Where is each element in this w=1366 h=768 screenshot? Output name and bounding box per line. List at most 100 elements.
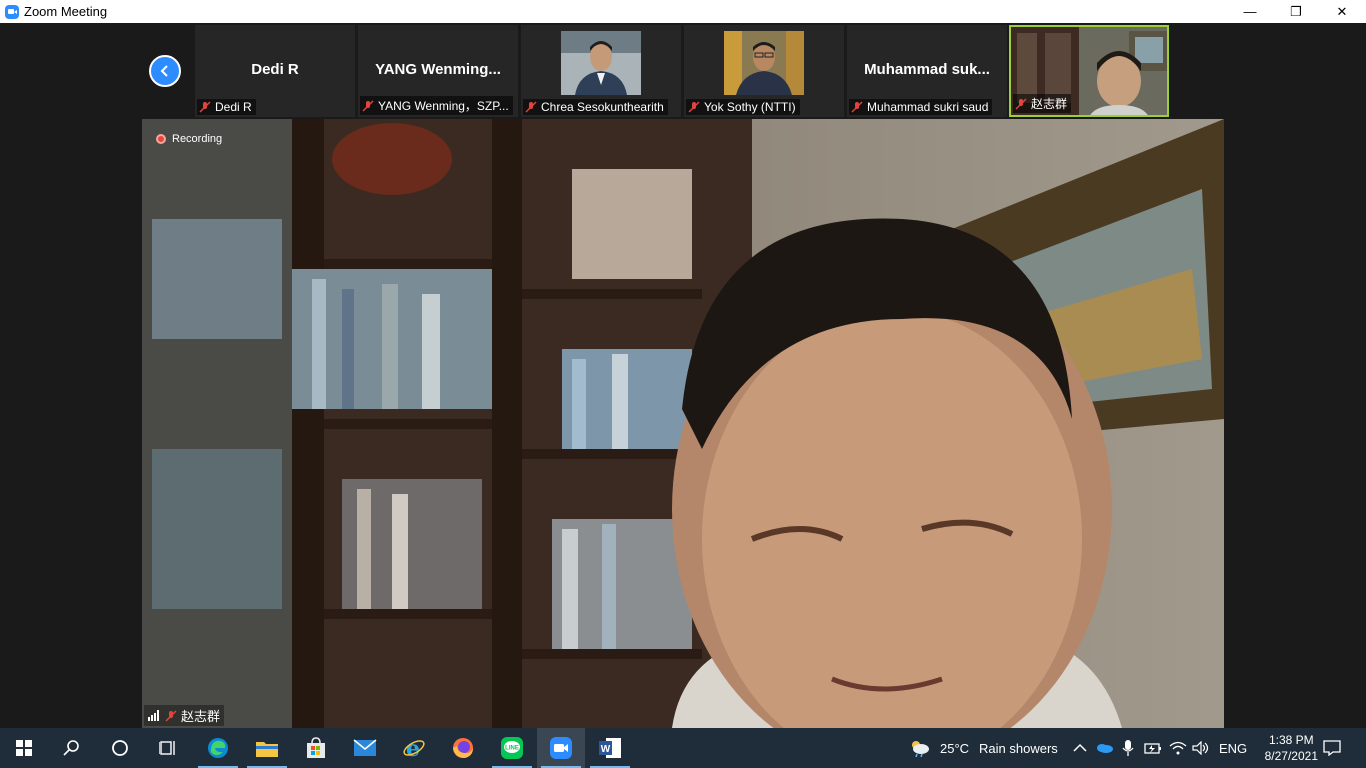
participant-tile[interactable]: Muhammad suk... Muhammad sukri saud [847, 25, 1007, 117]
mic-muted-icon [165, 709, 177, 722]
onedrive-icon [1097, 744, 1113, 753]
weather-temperature: 25°C [940, 740, 970, 756]
meeting-area: Dedi R Dedi R YANG Wenming... YANG Wenmi… [0, 23, 1366, 728]
participant-name-tag: Yok Sothy (NTTI) [686, 99, 800, 115]
svg-text:W: W [601, 744, 611, 755]
participant-name-tag: Muhammad sukri saud [849, 99, 993, 115]
input-language: ENG [1219, 740, 1248, 756]
onedrive-tray[interactable] [1096, 728, 1114, 768]
participant-name: Muhammad sukri saud [867, 100, 989, 114]
cortana-icon [112, 740, 128, 756]
speaker-video[interactable]: Recording 赵志群 [142, 119, 1224, 728]
microphone-tray[interactable] [1122, 728, 1134, 768]
minimize-button[interactable]: — [1227, 0, 1273, 23]
store-app[interactable] [292, 728, 340, 768]
mic-muted-icon [1015, 97, 1027, 110]
edge-app[interactable] [194, 728, 242, 768]
speaker-video-frame [142, 119, 1224, 728]
close-icon: ✕ [1336, 3, 1348, 19]
participant-video [724, 31, 804, 95]
participant-tile[interactable]: YANG Wenming... YANG Wenming，SZP... [358, 25, 518, 117]
line-app[interactable]: LINE [488, 728, 536, 768]
gallery-strip: Dedi R Dedi R YANG Wenming... YANG Wenmi… [0, 23, 1366, 119]
participant-tile[interactable]: Chrea Sesokunthearith [521, 25, 681, 117]
mic-muted-icon [851, 101, 863, 113]
participant-name-tag: Chrea Sesokunthearith [523, 99, 668, 115]
speaker-name: 赵志群 [181, 709, 221, 724]
participant-display-name: Muhammad suk... [864, 61, 990, 78]
recording-dot-icon [156, 134, 166, 144]
participant-name-tag: 赵志群 [1013, 94, 1072, 113]
weather-description: Rain showers [979, 740, 1058, 756]
wifi-icon [1169, 741, 1187, 755]
participant-name: Yok Sothy (NTTI) [704, 100, 796, 114]
mail-app[interactable] [341, 728, 389, 768]
task-view-icon [159, 741, 175, 755]
windows-logo-icon [16, 740, 32, 756]
restore-button[interactable]: ❐ [1273, 0, 1319, 23]
zoom-app[interactable] [537, 728, 585, 768]
participant-display-name: YANG Wenming... [375, 61, 501, 78]
task-view-button[interactable] [144, 728, 192, 768]
participant-tile-active[interactable]: 赵志群 [1009, 25, 1169, 117]
firefox-app[interactable] [439, 728, 487, 768]
clock[interactable]: 1:38 PM 8/27/2021 [1265, 732, 1318, 764]
volume-icon [1192, 741, 1209, 755]
speaker-name-tag: 赵志群 [144, 705, 225, 726]
file-explorer-icon [256, 742, 278, 757]
input-language-button[interactable]: ENG [1219, 728, 1247, 768]
file-explorer-app[interactable] [243, 728, 291, 768]
chevron-left-icon [160, 65, 168, 77]
rain-cloud-icon [912, 741, 929, 757]
search-button[interactable] [48, 728, 96, 768]
recording-indicator[interactable]: Recording [156, 133, 222, 145]
chevron-up-icon [1073, 743, 1087, 752]
zoom-logo-icon [5, 4, 19, 19]
internet-explorer-app[interactable]: e [390, 728, 438, 768]
firefox-icon [453, 738, 473, 758]
title-bar: Zoom Meeting — ❐ ✕ [0, 0, 1366, 23]
participant-display-name: Dedi R [251, 61, 299, 78]
battery-tray[interactable] [1144, 728, 1162, 768]
svg-text:e: e [406, 736, 420, 760]
microphone-icon [1122, 740, 1134, 756]
previous-page-button[interactable] [149, 55, 181, 87]
participant-name-tag: Dedi R [197, 99, 256, 115]
volume-tray[interactable] [1192, 728, 1210, 768]
mic-muted-icon [199, 101, 211, 113]
action-center-icon [1323, 740, 1341, 756]
participant-video [561, 31, 641, 95]
battery-charging-icon [1144, 743, 1161, 754]
mail-icon [353, 739, 377, 756]
edge-icon [208, 738, 228, 758]
participant-tile[interactable]: Yok Sothy (NTTI) [684, 25, 844, 117]
svg-text:LINE: LINE [505, 746, 519, 752]
window-title: Zoom Meeting [24, 4, 108, 19]
close-button[interactable]: ✕ [1319, 0, 1365, 23]
participant-tile[interactable]: Dedi R Dedi R [195, 25, 355, 117]
recording-label: Recording [172, 133, 223, 145]
restore-icon: ❐ [1290, 3, 1302, 19]
wifi-tray[interactable] [1169, 728, 1187, 768]
weather-widget[interactable]: 25°C Rain showers [908, 728, 1058, 768]
minimize-icon: — [1243, 4, 1257, 19]
mic-muted-icon [525, 101, 537, 113]
taskbar: e LINE W 25°C Rain showers ENG 1:38 PM 8… [0, 728, 1366, 768]
show-hidden-icons-button[interactable] [1073, 728, 1087, 768]
zoom-icon [550, 737, 572, 759]
participant-name: Chrea Sesokunthearith [541, 100, 664, 114]
signal-strength-icon [148, 710, 159, 721]
participant-name: YANG Wenming，SZP... [378, 99, 509, 113]
store-icon [307, 737, 325, 758]
notifications-button[interactable] [1323, 728, 1341, 768]
word-app[interactable]: W [586, 728, 634, 768]
cortana-button[interactable] [96, 728, 144, 768]
mic-muted-icon [362, 99, 374, 112]
search-icon [63, 740, 79, 756]
internet-explorer-icon: e [403, 736, 425, 760]
start-button[interactable] [0, 728, 48, 768]
clock-date: 8/27/2021 [1264, 749, 1318, 763]
mic-muted-icon [688, 101, 700, 113]
line-icon: LINE [501, 737, 523, 759]
clock-time: 1:38 PM [1268, 733, 1314, 747]
